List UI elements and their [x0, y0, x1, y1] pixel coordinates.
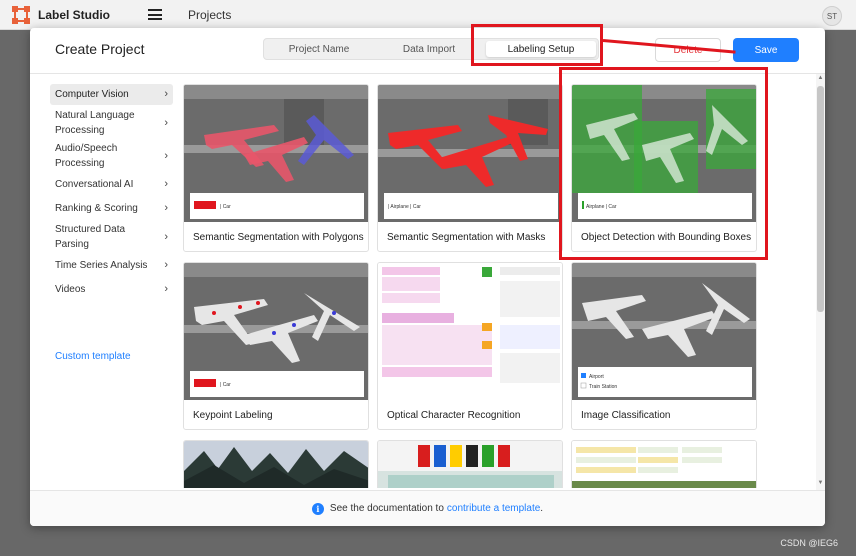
chevron-right-icon: ›	[164, 178, 168, 190]
app-name: Label Studio	[38, 7, 110, 22]
template-preview-image: Airplane | Car	[572, 85, 756, 222]
chevron-right-icon: ›	[164, 116, 168, 129]
template-card-title: Keypoint Labeling	[193, 410, 273, 421]
template-grid-scrollbar[interactable]: ▲ ▼	[816, 74, 825, 490]
svg-text:| Car: | Car	[220, 382, 231, 388]
save-button[interactable]: Save	[733, 38, 799, 62]
svg-text:| Airplane | Car: | Airplane | Car	[388, 204, 421, 210]
template-card[interactable]: | Car Keypoint Labeling	[183, 262, 369, 430]
app-header: Label Studio Projects ST	[0, 0, 856, 30]
breadcrumb[interactable]: Projects	[188, 8, 231, 22]
custom-template-link[interactable]: Custom template	[55, 351, 131, 362]
template-card[interactable]: Airplane | Car Object Detection with Bou…	[571, 84, 757, 252]
chevron-right-icon: ›	[164, 88, 168, 100]
template-card[interactable]: Optical Character Recognition	[377, 262, 563, 430]
chevron-right-icon: ›	[164, 259, 168, 271]
sidebar-item-time-series[interactable]: Time Series Analysis ›	[50, 255, 173, 276]
template-card-title: Optical Character Recognition	[387, 410, 521, 421]
template-card-title: Semantic Segmentation with Masks	[387, 232, 546, 243]
modal-footer: i See the documentation to contribute a …	[30, 490, 825, 526]
sidebar-item-nlp[interactable]: Natural Language Processing ›	[50, 108, 173, 138]
sidebar-item-label: Conversational AI	[55, 179, 134, 190]
sidebar-item-label: Audio/Speech Processing	[55, 143, 118, 169]
label-studio-logo-icon[interactable]	[12, 5, 30, 24]
contribute-template-link[interactable]: contribute a template	[447, 503, 540, 514]
sidebar-item-conversational-ai[interactable]: Conversational AI ›	[50, 174, 173, 195]
scroll-thumb[interactable]	[817, 86, 824, 312]
sidebar-item-label: Videos	[55, 284, 86, 295]
template-card-title: Image Classification	[581, 410, 671, 421]
modal-title: Create Project	[55, 41, 145, 57]
template-preview-image: Airport Train Station	[572, 263, 756, 400]
create-project-modal: Create Project Project Name Data Import …	[30, 28, 825, 526]
avatar[interactable]: ST	[822, 6, 842, 26]
info-icon: i	[311, 502, 324, 515]
template-preview-image	[184, 441, 368, 488]
project-tabs: Project Name Data Import Labeling Setup	[263, 38, 599, 60]
chevron-right-icon: ›	[164, 230, 168, 243]
sidebar-item-label: Time Series Analysis	[55, 260, 148, 271]
template-card[interactable]	[377, 440, 563, 488]
footer-suffix: .	[540, 503, 544, 514]
tab-labeling-setup[interactable]: Labeling Setup	[486, 41, 596, 57]
sidebar-item-videos[interactable]: Videos ›	[50, 279, 173, 300]
template-card-title: Object Detection with Bounding Boxes	[581, 232, 752, 243]
sidebar-item-label: Ranking & Scoring	[55, 203, 138, 214]
template-preview-image	[572, 441, 756, 488]
sidebar-item-computer-vision[interactable]: Computer Vision ›	[50, 84, 173, 105]
template-card[interactable]: | Airplane | Car Semantic Segmentation w…	[377, 84, 563, 252]
template-card[interactable]: Airport Train Station Image Classificati…	[571, 262, 757, 430]
template-grid: | Car Semantic Segmentation with Polygon…	[183, 84, 757, 488]
template-card[interactable]	[571, 440, 757, 488]
watermark: CSDN @IEG6	[780, 538, 838, 548]
sidebar-item-label: Structured Data Parsing	[55, 224, 126, 250]
chevron-right-icon: ›	[164, 202, 168, 214]
template-preview-image	[378, 263, 562, 400]
template-card-title: Semantic Segmentation with Polygons	[193, 232, 364, 243]
sidebar-item-label: Computer Vision	[55, 89, 129, 100]
menu-icon[interactable]	[148, 9, 162, 20]
tab-project-name[interactable]: Project Name	[264, 39, 374, 59]
svg-text:| Car: | Car	[220, 204, 231, 210]
svg-text:Airplane | Car: Airplane | Car	[586, 204, 617, 210]
tab-data-import[interactable]: Data Import	[374, 39, 484, 59]
svg-text:Airport: Airport	[589, 374, 604, 380]
template-preview-image: | Car	[184, 85, 368, 222]
sidebar-item-audio[interactable]: Audio/Speech Processing ›	[50, 141, 173, 171]
sidebar-item-structured-data[interactable]: Structured Data Parsing ›	[50, 222, 173, 252]
scroll-up-icon[interactable]: ▲	[817, 75, 824, 81]
chevron-right-icon: ›	[164, 283, 168, 295]
sidebar-item-label: Natural Language Processing	[55, 110, 135, 136]
template-preview-image: | Car	[184, 263, 368, 400]
sidebar-item-ranking[interactable]: Ranking & Scoring ›	[50, 198, 173, 219]
template-preview-image	[378, 441, 562, 488]
chevron-right-icon: ›	[164, 149, 168, 162]
template-card[interactable]: | Car Semantic Segmentation with Polygon…	[183, 84, 369, 252]
footer-text: See the documentation to	[329, 503, 444, 514]
template-card[interactable]	[183, 440, 369, 488]
svg-text:Train Station: Train Station	[589, 384, 617, 390]
scroll-down-icon[interactable]: ▼	[817, 480, 824, 486]
template-preview-image: | Airplane | Car	[378, 85, 562, 222]
template-category-sidebar: Computer Vision › Natural Language Proces…	[50, 84, 173, 303]
